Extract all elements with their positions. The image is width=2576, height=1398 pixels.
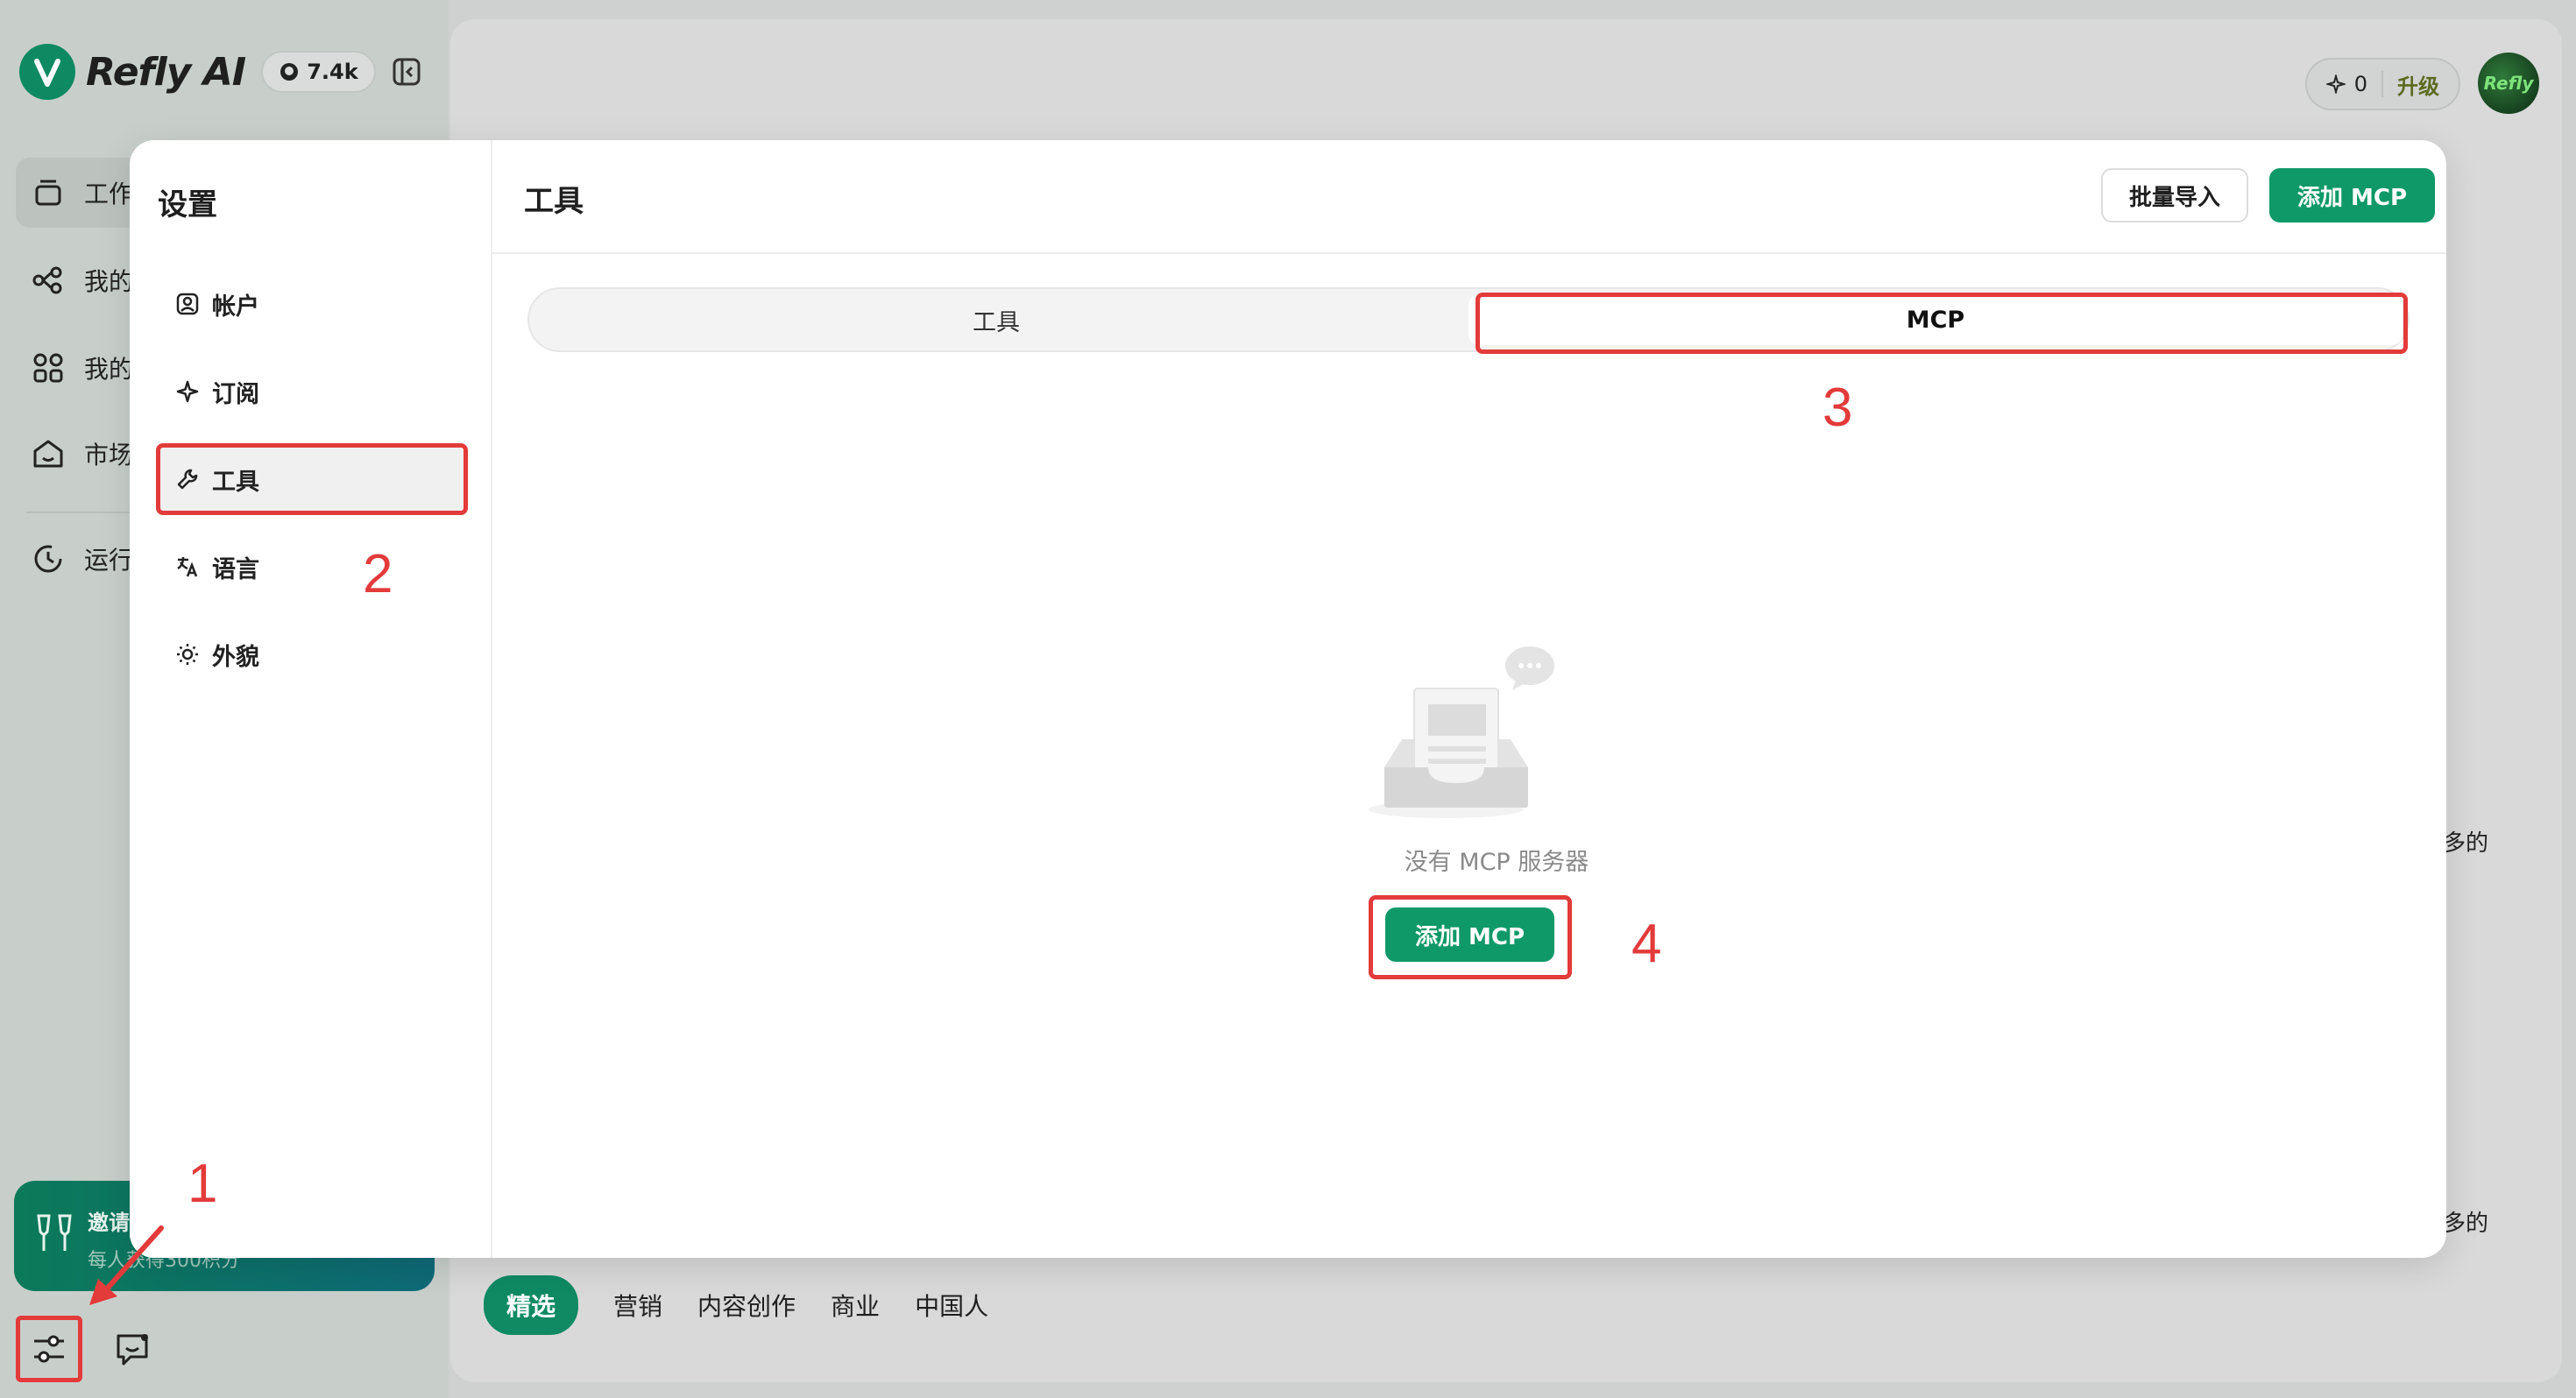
nav-label: 运行: [84, 546, 134, 575]
tools-tab-switch: 工具 MCP: [527, 287, 2410, 352]
menu-label: 帐户: [212, 293, 259, 321]
annotation-arrow-icon: [89, 1225, 164, 1305]
annotation-number-1: 1: [188, 1154, 218, 1214]
panel-title: 工具: [524, 184, 584, 219]
nav-label: 工作: [84, 180, 134, 208]
annotation-number-2: 2: [363, 544, 393, 604]
store-icon: [33, 440, 63, 468]
credits-value: 0: [2353, 72, 2367, 96]
credits-divider: [2381, 71, 2383, 97]
cheers-icon: [37, 1214, 72, 1251]
sliders-icon: [34, 1335, 64, 1363]
sparkle-icon: [176, 380, 199, 403]
avatar[interactable]: Refly: [2478, 53, 2539, 114]
brand-name: Refly AI: [86, 49, 246, 95]
grid-icon: [33, 353, 63, 383]
nav-label: 市场: [84, 441, 134, 470]
batch-import-button[interactable]: 批量导入: [2101, 168, 2249, 222]
settings-menu: 设置 帐户 订阅 工具 语言 外貌: [130, 140, 492, 1258]
screen: Refly AI 7.4k 工作 我的 我的 市场 运行 邀请 每人获得300积…: [0, 0, 2576, 1398]
empty-state-text: 没有 MCP 服务器: [1404, 849, 1589, 876]
settings-button[interactable]: [16, 1316, 82, 1382]
refly-logo-icon: [19, 44, 75, 100]
translate-icon: [177, 557, 198, 577]
wrench-icon: [177, 469, 198, 490]
settings-menu-subscription[interactable]: 订阅: [158, 359, 464, 424]
chip-chinese[interactable]: 中国人: [915, 1288, 988, 1323]
github-stars-badge[interactable]: 7.4k: [261, 51, 376, 93]
sparkle-icon: [2325, 74, 2346, 94]
card-text-fragment: 多的: [2443, 830, 2489, 857]
sun-icon: [177, 644, 198, 665]
upgrade-link[interactable]: 升级: [2397, 69, 2439, 100]
add-mcp-button[interactable]: 添加 MCP: [1385, 907, 1555, 962]
github-stars-count: 7.4k: [307, 60, 358, 84]
annotation-number-4: 4: [1631, 914, 1662, 974]
stack-icon: [35, 180, 61, 206]
feedback-button[interactable]: [100, 1316, 166, 1382]
chip-business[interactable]: 商业: [831, 1288, 880, 1323]
settings-title: 设置: [158, 187, 217, 222]
empty-inbox-icon: [1369, 646, 1554, 818]
category-chips: 精选 营销 内容创作 商业 中国人: [484, 1275, 988, 1335]
history-icon: [34, 545, 62, 573]
chip-featured[interactable]: 精选: [484, 1275, 579, 1335]
github-icon: [280, 63, 299, 81]
chip-content-creation[interactable]: 内容创作: [697, 1288, 796, 1323]
brand: Refly AI 7.4k: [19, 42, 376, 102]
tab-mcp[interactable]: MCP: [1468, 294, 2403, 345]
add-mcp-header-button[interactable]: 添加 MCP: [2269, 168, 2436, 222]
settings-menu-appearance[interactable]: 外貌: [158, 622, 464, 687]
credits-pill[interactable]: 0 升级: [2304, 58, 2460, 110]
chat-smile-icon: [117, 1334, 148, 1366]
nav-label: 我的: [84, 267, 134, 296]
tools-panel-header: 工具 批量导入 添加 MCP: [492, 140, 2446, 254]
settings-menu-language[interactable]: 语言: [158, 534, 464, 599]
settings-menu-tools[interactable]: 工具: [158, 447, 464, 512]
menu-label: 订阅: [212, 380, 259, 408]
account-icon: [176, 293, 199, 315]
flow-icon: [32, 266, 62, 294]
collapse-sidebar-icon[interactable]: [389, 54, 424, 89]
menu-label: 外貌: [212, 643, 259, 671]
menu-label: 语言: [212, 555, 259, 583]
tab-tools[interactable]: 工具: [529, 289, 1463, 350]
annotation-number-3: 3: [1822, 378, 1853, 438]
settings-menu-account[interactable]: 帐户: [158, 272, 464, 336]
chip-marketing[interactable]: 营销: [613, 1288, 662, 1323]
card-text-fragment: 多的: [2443, 1211, 2489, 1237]
settings-modal: 设置 帐户 订阅 工具 语言 外貌 工具 批量导入 添加 MCP 工具 MCP …: [130, 140, 2446, 1258]
menu-label: 工具: [212, 468, 259, 496]
nav-label: 我的: [84, 355, 134, 384]
